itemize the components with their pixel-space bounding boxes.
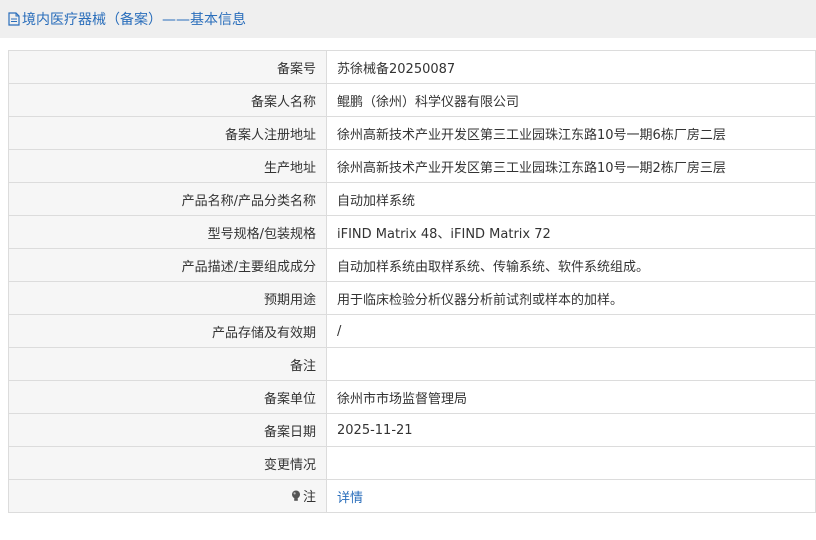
row-label: 产品描述/主要组成成分 (8, 248, 327, 282)
note-label: 注 (291, 486, 316, 505)
row-label: 备案单位 (8, 380, 327, 414)
row-label: 备注 (8, 347, 327, 381)
table-row: 预期用途 用于临床检验分析仪器分析前试剂或样本的加样。 (8, 281, 816, 315)
table-row: 产品名称/产品分类名称 自动加样系统 (8, 182, 816, 216)
info-table: 备案号 苏徐械备20250087 备案人名称 鲲鹏（徐州）科学仪器有限公司 备案… (8, 50, 816, 513)
note-value-cell: 详情 (326, 479, 816, 513)
table-row: 备案号 苏徐械备20250087 (8, 50, 816, 84)
row-label: 产品名称/产品分类名称 (8, 182, 327, 216)
note-label-cell: 注 (8, 479, 327, 513)
row-label: 备案日期 (8, 413, 327, 447)
row-value: 徐州高新技术产业开发区第三工业园珠江东路10号一期6栋厂房二层 (326, 116, 816, 150)
table-row: 变更情况 (8, 446, 816, 480)
row-label: 产品存储及有效期 (8, 314, 327, 348)
page-title: 境内医疗器械（备案）——基本信息 (22, 12, 246, 28)
row-label: 备案人注册地址 (8, 116, 327, 150)
row-label: 备案号 (8, 50, 327, 84)
table-row: 型号规格/包装规格 iFIND Matrix 48、iFIND Matrix 7… (8, 215, 816, 249)
info-table-container: 备案号 苏徐械备20250087 备案人名称 鲲鹏（徐州）科学仪器有限公司 备案… (8, 50, 816, 513)
row-label: 生产地址 (8, 149, 327, 183)
row-value: 自动加样系统 (326, 182, 816, 216)
table-row: 生产地址 徐州高新技术产业开发区第三工业园珠江东路10号一期2栋厂房三层 (8, 149, 816, 183)
details-link[interactable]: 详情 (337, 491, 363, 506)
row-value: iFIND Matrix 48、iFIND Matrix 72 (326, 215, 816, 249)
row-label: 变更情况 (8, 446, 327, 480)
row-label: 型号规格/包装规格 (8, 215, 327, 249)
row-value: 徐州高新技术产业开发区第三工业园珠江东路10号一期2栋厂房三层 (326, 149, 816, 183)
table-row: 备注 (8, 347, 816, 381)
note-label-text: 注 (302, 490, 316, 506)
note-row: 注 详情 (8, 479, 816, 513)
table-row: 备案人注册地址 徐州高新技术产业开发区第三工业园珠江东路10号一期6栋厂房二层 (8, 116, 816, 150)
row-value (326, 446, 816, 480)
page-header: 境内医疗器械（备案）——基本信息 (0, 0, 816, 38)
table-row: 产品描述/主要组成成分 自动加样系统由取样系统、传输系统、软件系统组成。 (8, 248, 816, 282)
row-value (326, 347, 816, 381)
row-value: 鲲鹏（徐州）科学仪器有限公司 (326, 83, 816, 117)
table-row: 备案单位 徐州市市场监督管理局 (8, 380, 816, 414)
row-value: 用于临床检验分析仪器分析前试剂或样本的加样。 (326, 281, 816, 315)
row-value: 2025-11-21 (326, 413, 816, 447)
row-label: 备案人名称 (8, 83, 327, 117)
row-value: 苏徐械备20250087 (326, 50, 816, 84)
table-row: 备案日期 2025-11-21 (8, 413, 816, 447)
row-value: / (326, 314, 816, 348)
row-value: 自动加样系统由取样系统、传输系统、软件系统组成。 (326, 248, 816, 282)
bulb-icon (291, 490, 300, 501)
table-row: 产品存储及有效期 / (8, 314, 816, 348)
table-row: 备案人名称 鲲鹏（徐州）科学仪器有限公司 (8, 83, 816, 117)
row-value: 徐州市市场监督管理局 (326, 380, 816, 414)
row-label: 预期用途 (8, 281, 327, 315)
document-icon (8, 12, 20, 26)
